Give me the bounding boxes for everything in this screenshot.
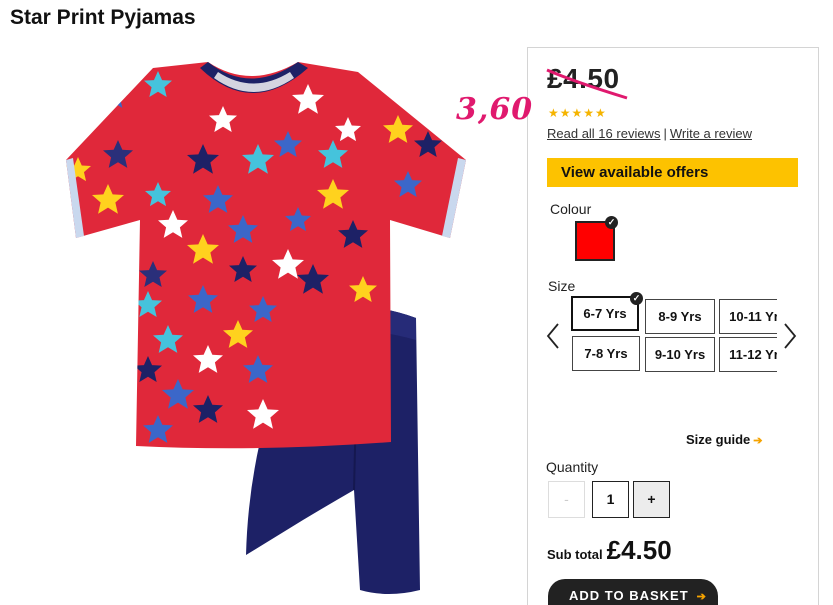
arrow-right-icon: ➔ xyxy=(753,435,763,447)
product-title: Star Print Pyjamas xyxy=(10,6,196,29)
reviews-row: Read all 16 reviews | Write a review xyxy=(547,126,752,141)
size-guide-label: Size guide xyxy=(686,432,751,447)
subtotal-value: £4.50 xyxy=(606,535,672,565)
size-option-7-8[interactable]: 7-8 Yrs xyxy=(572,336,640,371)
quantity-increase-button[interactable]: + xyxy=(633,481,670,518)
check-icon: ✓ xyxy=(630,292,643,305)
size-label: Size xyxy=(548,278,576,294)
review-separator: | xyxy=(663,126,667,141)
quantity-decrease-button[interactable]: - xyxy=(548,481,585,518)
price-strikethrough xyxy=(546,68,628,100)
add-to-basket-label: ADD TO BASKET xyxy=(569,588,689,603)
add-to-basket-button[interactable]: ADD TO BASKET ➔ xyxy=(548,579,718,605)
write-review-link[interactable]: Write a review xyxy=(670,126,752,141)
size-guide-link[interactable]: Size guide ➔ xyxy=(686,432,763,447)
chevron-left-icon[interactable] xyxy=(545,322,561,350)
size-option-9-10[interactable]: 9-10 Yrs xyxy=(645,337,715,372)
arrow-right-icon: ➔ xyxy=(696,591,707,603)
handwritten-price-note: 3,60 xyxy=(456,92,534,127)
quantity-label: Quantity xyxy=(546,459,599,475)
rating-stars: ★★★★★ xyxy=(548,106,607,120)
product-image[interactable] xyxy=(58,50,478,605)
size-option-11-12[interactable]: 11-12 Yr xyxy=(719,337,777,372)
read-reviews-link[interactable]: Read all 16 reviews xyxy=(547,126,660,141)
view-offers-button[interactable]: View available offers xyxy=(547,158,798,187)
colour-label: Colour xyxy=(550,201,592,217)
check-icon: ✓ xyxy=(605,216,618,229)
size-option-8-9[interactable]: 8-9 Yrs xyxy=(645,299,715,334)
chevron-right-icon[interactable] xyxy=(782,322,798,350)
subtotal: Sub total £4.50 xyxy=(547,535,672,566)
quantity-input[interactable]: 1 xyxy=(592,481,629,518)
size-option-6-7[interactable]: 6-7 Yrs xyxy=(571,296,639,331)
size-options: 6-7 Yrs 8-9 Yrs 10-11 Yr 7-8 Yrs 9-10 Yr… xyxy=(571,296,777,376)
size-option-10-11[interactable]: 10-11 Yr xyxy=(719,299,777,334)
subtotal-label: Sub total xyxy=(547,547,603,562)
